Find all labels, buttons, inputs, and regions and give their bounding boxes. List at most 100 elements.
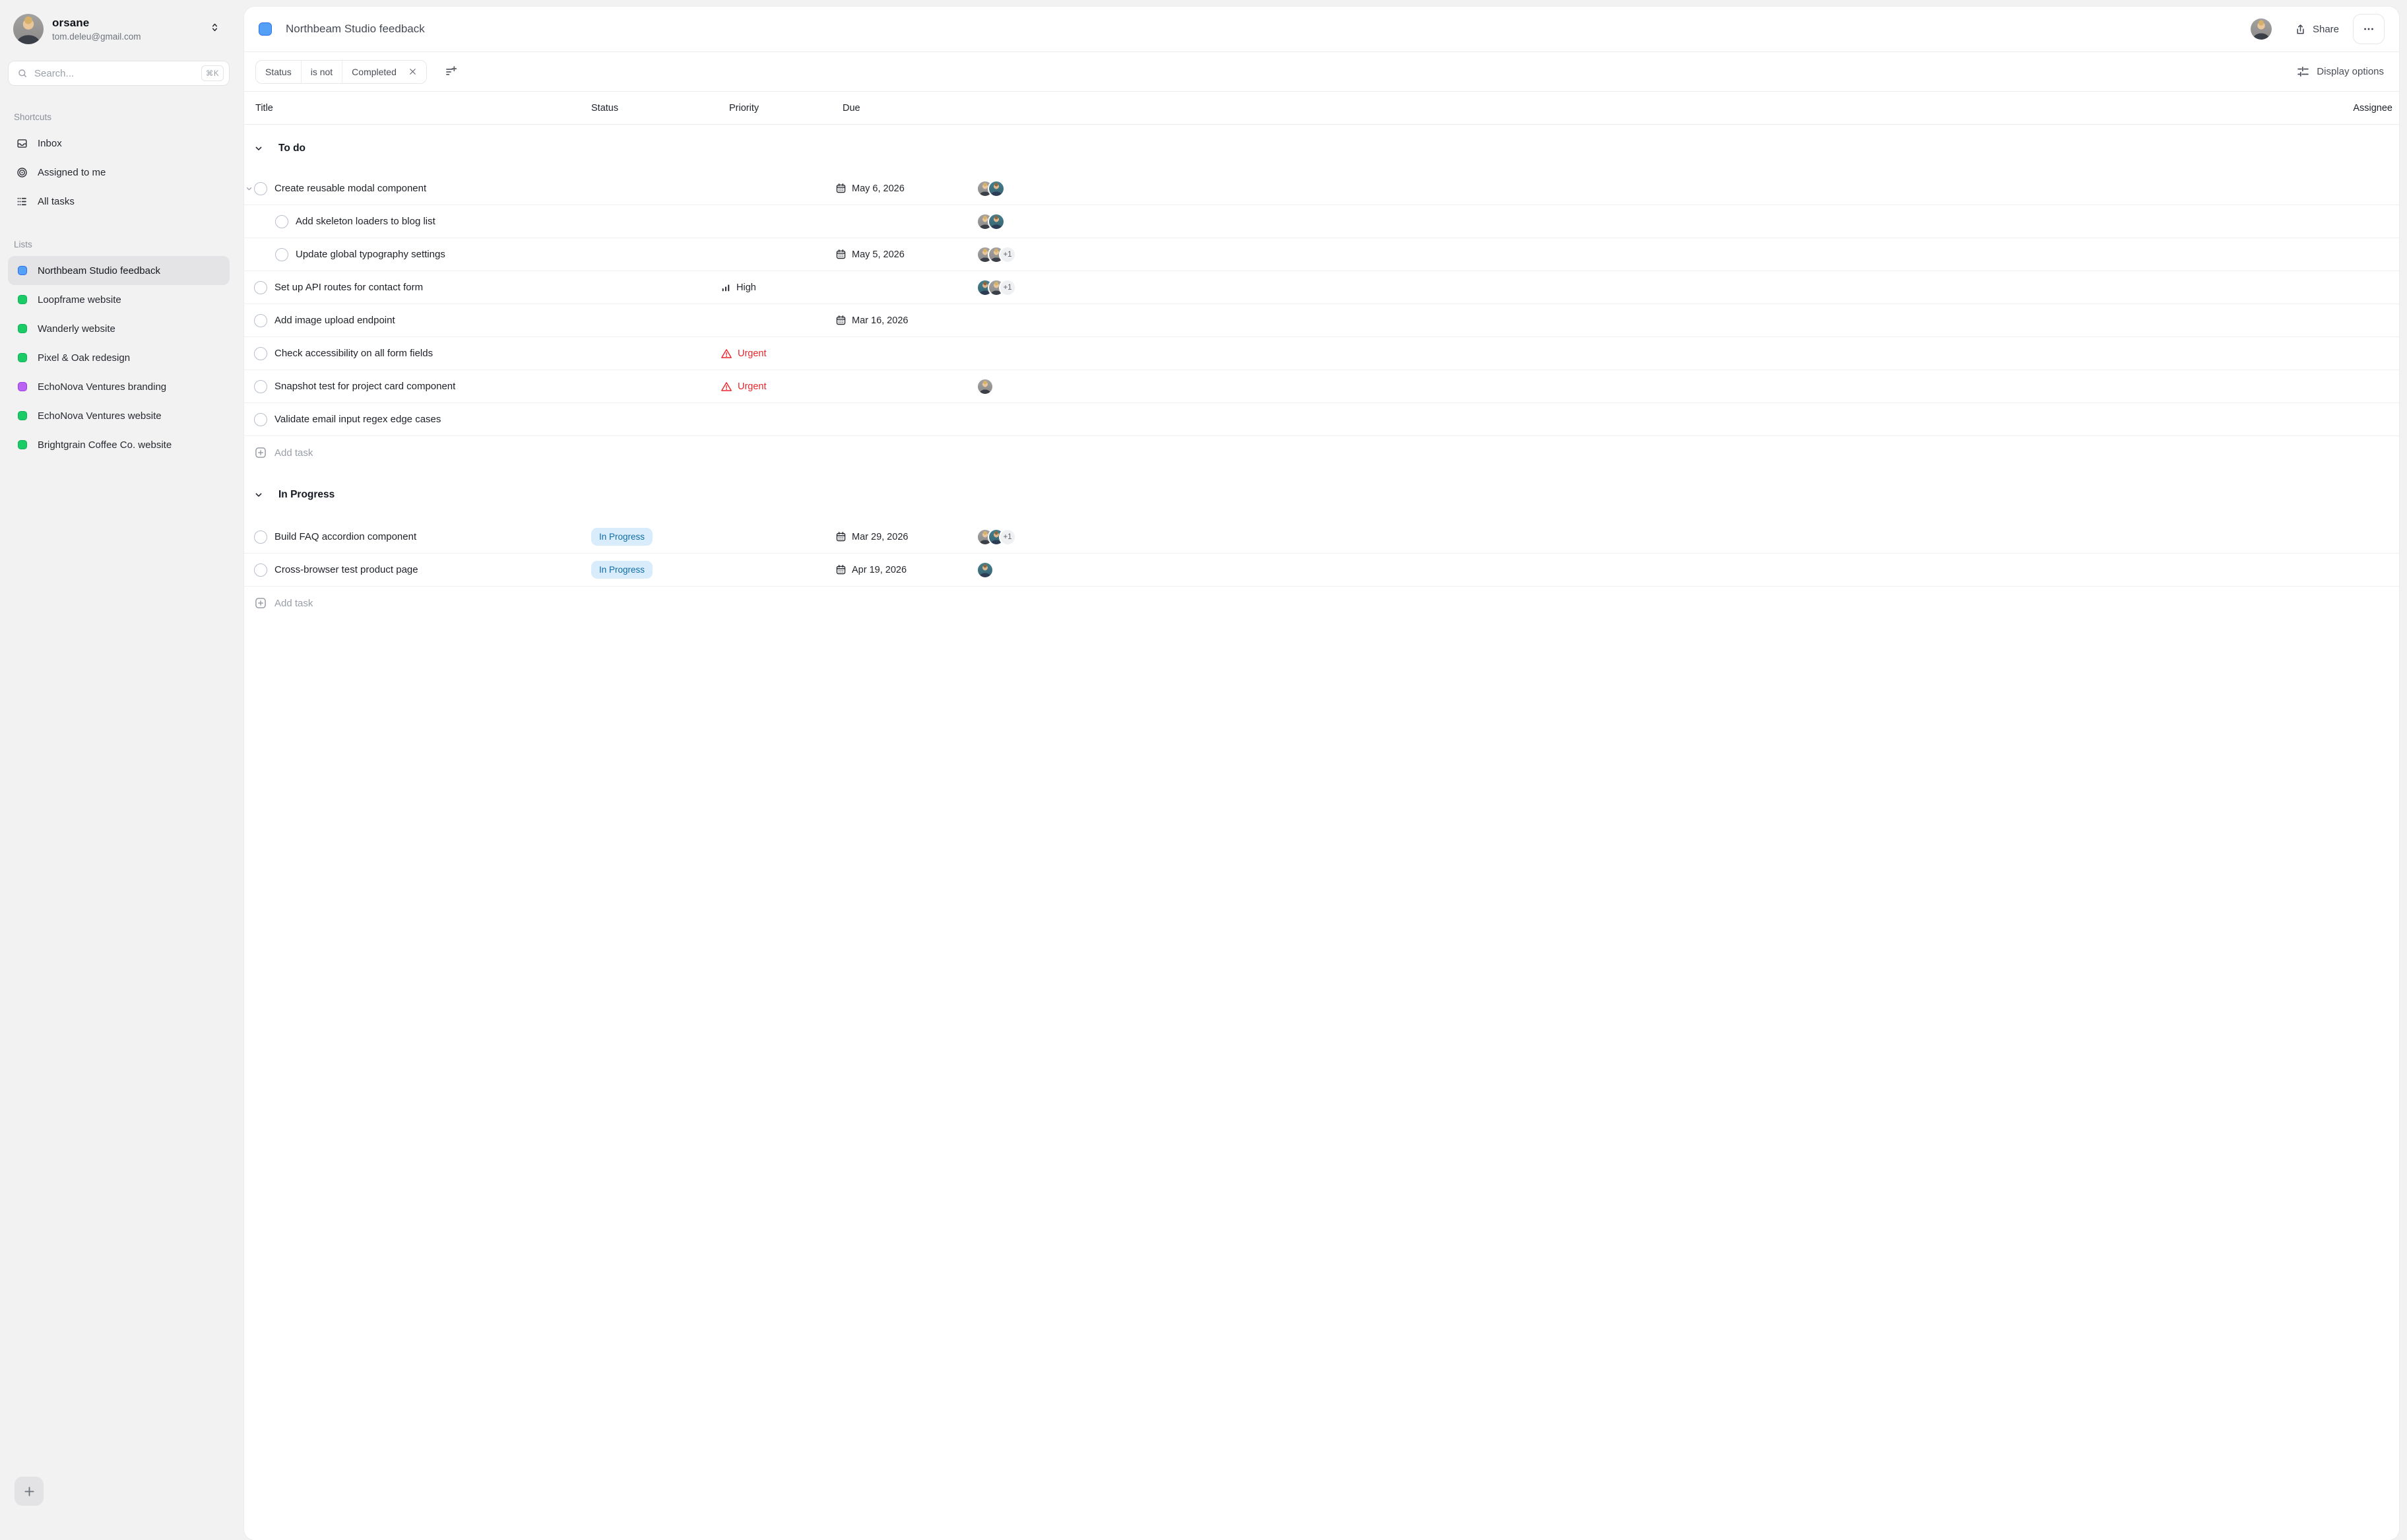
list-color-dot <box>18 324 27 333</box>
assignee-avatar <box>988 180 1005 197</box>
filter-operator[interactable]: is not <box>302 61 342 83</box>
task-title[interactable]: Create reusable modal component <box>274 183 426 194</box>
task-row[interactable]: Add skeleton loaders to blog list <box>244 205 2399 238</box>
task-checkbox[interactable] <box>254 347 267 360</box>
shortcuts-section-label: Shortcuts <box>14 112 238 122</box>
status-badge[interactable]: In Progress <box>591 561 653 579</box>
add-list-button[interactable] <box>15 1477 44 1506</box>
target-icon <box>16 166 28 179</box>
calendar-icon <box>835 249 847 260</box>
chevron-down-icon[interactable] <box>253 143 264 154</box>
task-checkbox[interactable] <box>254 281 267 294</box>
sidebar-item-assigned-to-me[interactable]: Assigned to me <box>8 158 230 187</box>
status-badge[interactable]: In Progress <box>591 528 653 546</box>
member-avatar[interactable] <box>2251 18 2272 40</box>
plus-icon <box>22 1485 36 1498</box>
calendar-icon <box>835 564 847 575</box>
display-options-button[interactable]: Display options <box>2296 65 2388 79</box>
task-row[interactable]: Create reusable modal component May 6, 2… <box>244 172 2399 205</box>
task-row[interactable]: Snapshot test for project card component… <box>244 370 2399 403</box>
task-checkbox[interactable] <box>275 248 288 261</box>
section-header-to-do[interactable]: To do <box>244 125 2399 172</box>
task-checkbox[interactable] <box>254 563 267 577</box>
assignee-avatar <box>977 378 994 395</box>
remove-filter-button[interactable] <box>399 61 426 83</box>
task-title[interactable]: Cross-browser test product page <box>274 564 418 575</box>
sidebar-item-label: Inbox <box>38 138 62 149</box>
filter-chip[interactable]: Status is not Completed <box>255 60 427 84</box>
add-task-label: Add task <box>274 447 313 459</box>
task-checkbox[interactable] <box>254 413 267 426</box>
column-header-due[interactable]: Due <box>835 103 977 113</box>
sidebar-list-pixel-oak-redesign[interactable]: Pixel & Oak redesign <box>8 343 230 372</box>
sidebar-item-inbox[interactable]: Inbox <box>8 129 230 158</box>
task-title[interactable]: Add skeleton loaders to blog list <box>296 216 435 227</box>
tasks-icon <box>16 195 28 208</box>
column-header-status[interactable]: Status <box>591 103 721 113</box>
task-row[interactable]: Set up API routes for contact form High+… <box>244 271 2399 304</box>
task-title[interactable]: Add image upload endpoint <box>274 315 395 326</box>
sidebar-list-echonova-ventures-website[interactable]: EchoNova Ventures website <box>8 401 230 430</box>
chevron-down-icon[interactable] <box>253 490 264 500</box>
section-title: In Progress <box>278 489 335 501</box>
sidebar-item-all-tasks[interactable]: All tasks <box>8 187 230 216</box>
sliders-icon <box>2296 65 2310 79</box>
task-row[interactable]: Update global typography settings May 5,… <box>244 238 2399 271</box>
close-icon <box>408 67 418 77</box>
filter-field[interactable]: Status <box>256 61 302 83</box>
ellipsis-icon <box>2362 22 2375 36</box>
column-header-priority[interactable]: Priority <box>721 103 835 113</box>
list-color-dot <box>18 440 27 449</box>
sidebar-list-brightgrain-coffee-co-website[interactable]: Brightgrain Coffee Co. website <box>8 430 230 459</box>
task-checkbox[interactable] <box>275 215 288 228</box>
section-header-in-progress[interactable]: In Progress <box>244 469 2399 521</box>
share-button[interactable]: Share <box>2294 23 2339 36</box>
calendar-icon <box>835 183 847 194</box>
column-header-assignee[interactable]: Assignee <box>977 103 2399 113</box>
add-task-button[interactable]: Add task <box>244 436 2399 469</box>
task-checkbox[interactable] <box>254 314 267 327</box>
task-row[interactable]: Add image upload endpoint Mar 16, 2026 <box>244 304 2399 337</box>
expand-subtasks-icon[interactable] <box>245 184 253 193</box>
task-title[interactable]: Check accessibility on all form fields <box>274 348 433 359</box>
chevron-up-down-icon[interactable] <box>209 21 220 37</box>
filter-value[interactable]: Completed <box>342 61 399 83</box>
sidebar-list-loopframe-website[interactable]: Loopframe website <box>8 285 230 314</box>
list-color-dot <box>18 353 27 362</box>
sidebar: orsane tom.deleu@gmail.com ⌘K Shortcuts … <box>0 0 238 1520</box>
user-email: tom.deleu@gmail.com <box>52 32 141 42</box>
task-checkbox[interactable] <box>254 380 267 393</box>
share-icon <box>2294 23 2307 36</box>
search-input[interactable] <box>34 68 201 79</box>
sidebar-list-wanderly-website[interactable]: Wanderly website <box>8 314 230 343</box>
warning-icon <box>721 381 732 393</box>
list-color-icon <box>259 22 272 36</box>
add-task-button[interactable]: Add task <box>244 587 2399 620</box>
task-row[interactable]: Cross-browser test product page In Progre… <box>244 554 2399 587</box>
priority-label: Urgent <box>738 381 767 392</box>
workspace-switcher[interactable]: orsane tom.deleu@gmail.com <box>13 14 228 44</box>
priority-label: High <box>736 282 756 293</box>
task-checkbox[interactable] <box>254 530 267 544</box>
warning-icon <box>721 348 732 360</box>
sidebar-list-echonova-ventures-branding[interactable]: EchoNova Ventures branding <box>8 372 230 401</box>
task-title[interactable]: Update global typography settings <box>296 249 445 260</box>
sidebar-list-northbeam-studio-feedback[interactable]: Northbeam Studio feedback <box>8 256 230 285</box>
list-color-dot <box>18 295 27 304</box>
more-options-button[interactable] <box>2353 14 2385 44</box>
task-checkbox[interactable] <box>254 182 267 195</box>
task-title[interactable]: Build FAQ accordion component <box>274 531 416 542</box>
task-title[interactable]: Snapshot test for project card component <box>274 381 455 392</box>
task-title[interactable]: Validate email input regex edge cases <box>274 414 441 425</box>
page-title: Northbeam Studio feedback <box>286 22 425 36</box>
shortcuts-list: Inbox Assigned to me All tasks <box>0 129 238 216</box>
plus-square-icon <box>254 446 267 459</box>
lists-section-label: Lists <box>14 240 238 249</box>
task-row[interactable]: Validate email input regex edge cases <box>244 403 2399 436</box>
task-row[interactable]: Build FAQ accordion component In Progress… <box>244 521 2399 554</box>
task-title[interactable]: Set up API routes for contact form <box>274 282 423 293</box>
column-header-title[interactable]: Title <box>244 103 591 113</box>
task-row[interactable]: Check accessibility on all form fields U… <box>244 337 2399 370</box>
add-filter-button[interactable] <box>444 65 458 79</box>
search-input-container[interactable]: ⌘K <box>8 61 230 86</box>
